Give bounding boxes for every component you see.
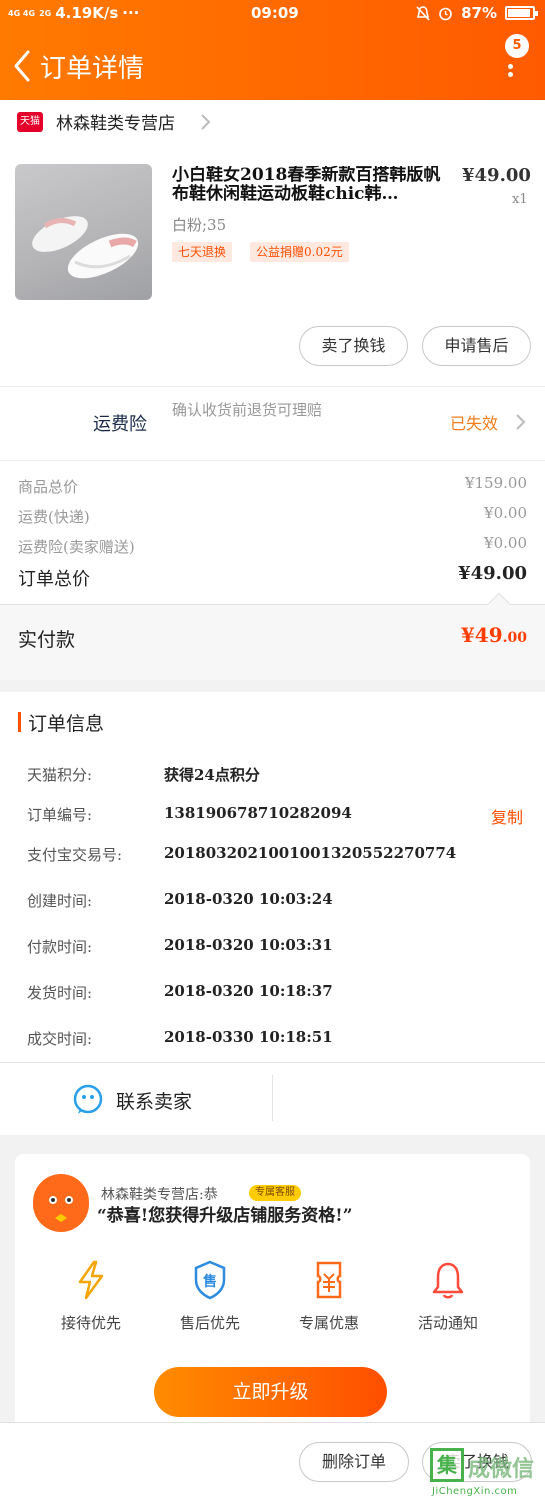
perk-exclusive-offer[interactable]: 专属优惠 [279, 1260, 379, 1333]
info-label-paid: 付款时间: [27, 938, 93, 956]
upgrade-promo-card: 林森鞋类专营店:恭 专属客服 “恭喜!您获得升级店铺服务资格!” 接待优先 售 … [15, 1154, 530, 1430]
product-image[interactable] [15, 164, 152, 300]
status-extra: ··· [122, 4, 140, 22]
chevron-right-icon[interactable] [513, 413, 527, 431]
fee-value-insurance: ¥0.00 [484, 534, 527, 552]
info-value-alipay-no: 2018032021001001320552270774 [164, 844, 457, 862]
order-info-card: 订单信息 天猫积分: 获得24点积分 订单编号: 138190678710282… [0, 692, 545, 1135]
shield-sale-icon: 售 [194, 1260, 226, 1300]
shipping-insurance-desc: 确认收货前退货可理赔 [172, 401, 323, 419]
after-sale-button[interactable]: 申请售后 [422, 326, 531, 366]
coupon-icon [316, 1261, 342, 1299]
order-info-title: 订单信息 [28, 713, 105, 735]
info-label-completed: 成交时间: [27, 1030, 93, 1048]
contact-seller-row[interactable]: 联系卖家 [0, 1062, 545, 1135]
return-policy-tag: 七天退换 [172, 242, 233, 262]
delete-order-button[interactable]: 删除订单 [299, 1442, 409, 1482]
order-total-value: ¥49.00 [458, 563, 527, 584]
fee-label-shipping: 运费(快递) [18, 508, 90, 526]
copy-order-no-button[interactable]: 复制 [491, 804, 523, 828]
fee-label-goods: 商品总价 [18, 478, 79, 496]
info-value-shipped: 2018-0320 10:18:37 [164, 982, 333, 1000]
promo-message: “恭喜!您获得升级店铺服务资格!” [97, 1206, 353, 1226]
info-value-created: 2018-0320 10:03:24 [164, 890, 333, 908]
order-card: 天猫 林森鞋类专营店 小白鞋女2018春季新款百搭韩版帆布鞋休闲鞋运动板鞋chi… [0, 100, 545, 680]
page-title: 订单详情 [40, 54, 145, 84]
watermark-logo: 集 [430, 1448, 464, 1482]
charity-tag: 公益捐赠0.02元 [250, 242, 349, 262]
shipping-insurance-status[interactable]: 已失效 [450, 410, 498, 434]
shop-row[interactable]: 天猫 林森鞋类专营店 [0, 100, 545, 144]
perk-label: 接待优先 [60, 1314, 121, 1332]
more-dots-icon[interactable] [508, 64, 514, 80]
chat-bubble-icon[interactable] [72, 1083, 104, 1115]
info-label-shipped: 发货时间: [27, 984, 93, 1002]
svg-text:售: 售 [202, 1273, 217, 1290]
perk-label: 专属优惠 [298, 1314, 359, 1332]
info-value-order-no: 138190678710282094 [164, 804, 352, 822]
order-total-label: 订单总价 [18, 569, 90, 590]
divider [272, 1075, 273, 1121]
info-value-paid: 2018-0320 10:03:31 [164, 936, 333, 954]
message-count-badge: 5 [505, 34, 529, 58]
contact-seller-label[interactable]: 联系卖家 [116, 1087, 192, 1114]
net-speed: 4.19K/s [55, 4, 119, 22]
app-header: 4G 4G 2G 4.19K/s ··· 09:09 87% 订单详情 5 [0, 0, 545, 100]
perk-event-notice[interactable]: 活动通知 [398, 1260, 498, 1333]
clock: 09:09 [251, 4, 299, 22]
battery-percent: 87% [461, 4, 497, 22]
product-title[interactable]: 小白鞋女2018春季新款百搭韩版帆布鞋休闲鞋运动板鞋chic韩… [172, 166, 452, 206]
info-value-completed: 2018-0330 10:18:51 [164, 1028, 333, 1046]
product-spec: 白粉;35 [172, 216, 227, 234]
chevron-right-icon [201, 114, 211, 130]
shop-name[interactable]: 林森鞋类专营店 [56, 109, 175, 134]
divider [0, 386, 545, 387]
info-label-order-no: 订单编号: [27, 806, 93, 824]
lightning-icon [78, 1260, 104, 1300]
info-label-alipay-no: 支付宝交易号: [27, 846, 123, 864]
perk-priority-after-sale[interactable]: 售 售后优先 [160, 1260, 260, 1333]
info-value-points: 获得24点积分 [164, 766, 260, 784]
bell-icon [432, 1262, 464, 1299]
info-label-created: 创建时间: [27, 892, 93, 910]
sell-for-cash-button[interactable]: 卖了换钱 [299, 326, 408, 366]
paid-label: 实付款 [18, 629, 76, 651]
shop-mascot-avatar [33, 1174, 89, 1232]
paid-amount: ¥49.00 [460, 623, 527, 647]
perk-label: 售后优先 [179, 1314, 240, 1332]
alarm-icon [439, 7, 452, 20]
signal-indicator: 2G [39, 8, 52, 18]
product-quantity: x1 [512, 192, 528, 207]
paid-row: 实付款 ¥49.00 [0, 592, 545, 680]
battery-icon [505, 6, 538, 20]
site-watermark: 集 成微信 JiChengXin.com [430, 1448, 545, 1500]
status-bar: 4G 4G 2G 4.19K/s ··· 09:09 87% [0, 0, 545, 26]
fee-label-insurance: 运费险(卖家赠送) [18, 538, 135, 556]
fee-value-goods: ¥159.00 [464, 474, 527, 492]
perk-priority-reception[interactable]: 接待优先 [41, 1260, 141, 1333]
perk-label: 活动通知 [417, 1314, 478, 1332]
back-arrow-icon[interactable] [10, 48, 38, 84]
upgrade-now-button[interactable]: 立即升级 [154, 1367, 387, 1417]
fee-value-shipping: ¥0.00 [484, 504, 527, 522]
watermark-url: JiChengXin.com [432, 1486, 518, 1497]
watermark-text: 成微信 [468, 1456, 535, 1482]
divider [0, 460, 545, 461]
vip-service-tag: 专属客服 [249, 1185, 301, 1201]
info-label-points: 天猫积分: [27, 766, 93, 784]
product-price: ¥49.00 [462, 165, 531, 186]
section-accent-bar [18, 712, 21, 732]
tmall-logo: 天猫 [17, 112, 43, 132]
shipping-insurance-label: 运费险 [93, 414, 147, 435]
mute-icon [416, 5, 430, 21]
network-indicator: 4G 4G [8, 8, 36, 18]
